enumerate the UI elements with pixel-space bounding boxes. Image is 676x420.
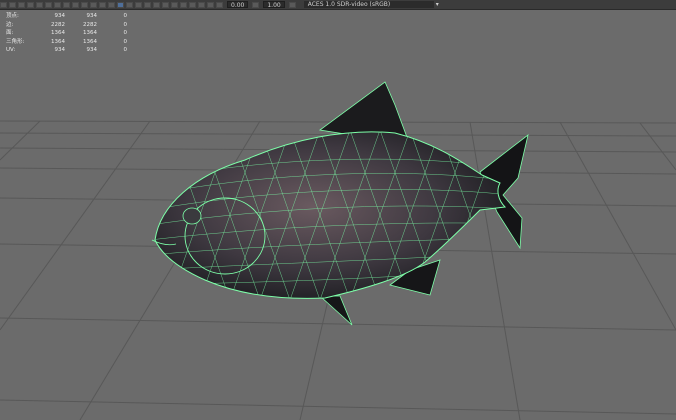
fish-model[interactable] [150, 81, 529, 326]
fish-eye [182, 207, 202, 225]
3d-viewport[interactable] [0, 0, 676, 420]
fish-body [154, 131, 507, 299]
pelvic-fin [318, 295, 353, 326]
